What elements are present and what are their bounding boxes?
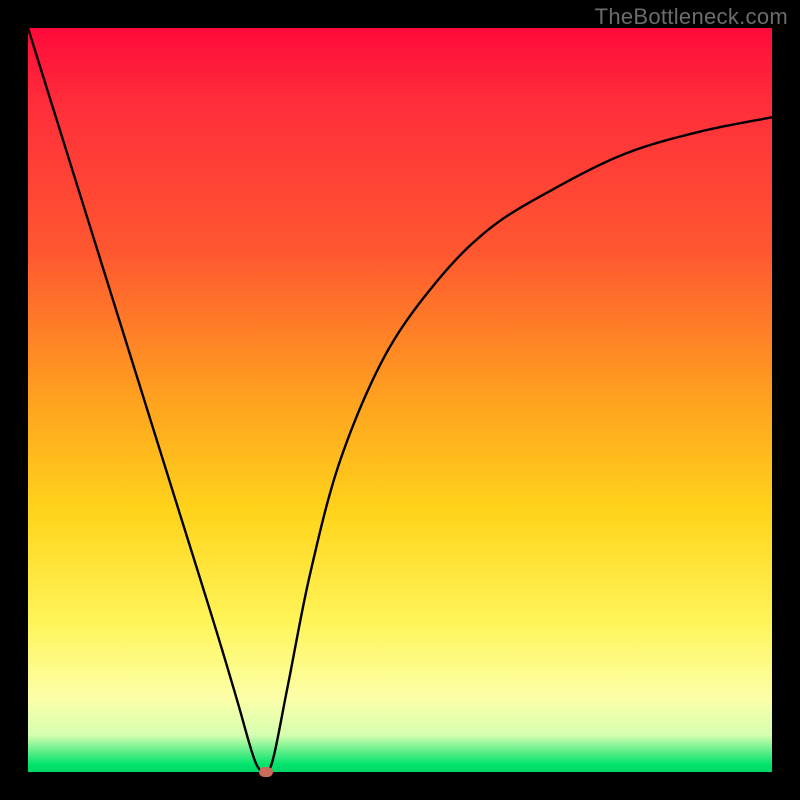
watermark-text: TheBottleneck.com — [595, 4, 788, 30]
curve-path — [28, 28, 772, 773]
optimum-marker — [259, 767, 273, 777]
chart-frame: TheBottleneck.com — [0, 0, 800, 800]
bottleneck-curve — [28, 28, 772, 772]
plot-area — [28, 28, 772, 772]
